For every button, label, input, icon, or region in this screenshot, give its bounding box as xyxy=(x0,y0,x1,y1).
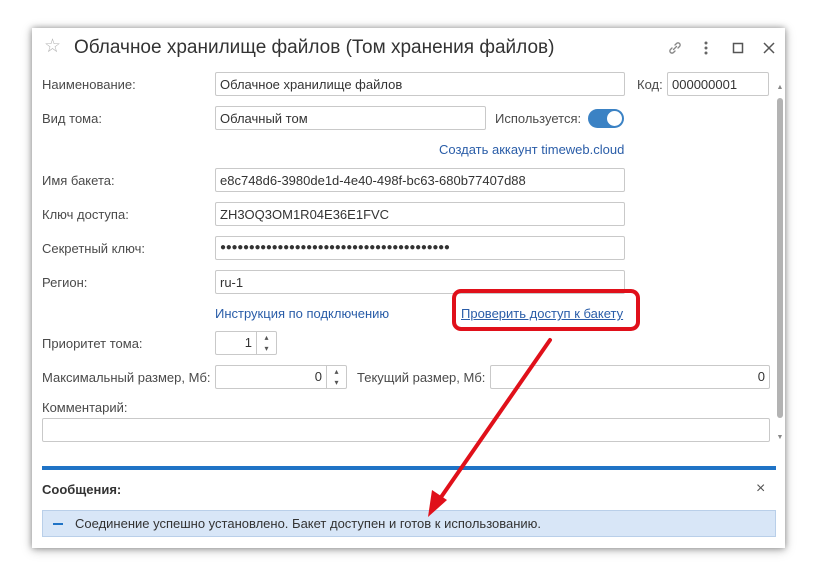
scroll-down-icon[interactable]: ▼ xyxy=(776,434,784,442)
link-icon[interactable] xyxy=(665,38,685,58)
name-label: Наименование: xyxy=(42,77,136,92)
create-account-link[interactable]: Создать аккаунт timeweb.cloud xyxy=(439,142,624,157)
stepper-down-icon[interactable]: ▾ xyxy=(257,343,276,354)
message-item[interactable]: Соединение успешно установлено. Бакет до… xyxy=(42,510,776,537)
priority-field[interactable]: 1 ▴ ▾ xyxy=(215,331,277,355)
bucket-label: Имя бакета: xyxy=(42,173,115,188)
max-size-stepper[interactable]: ▴ ▾ xyxy=(326,366,346,388)
maximize-icon[interactable] xyxy=(728,38,748,58)
title-bar: ☆ Облачное хранилище файлов (Том хранени… xyxy=(32,28,785,68)
star-icon[interactable]: ☆ xyxy=(44,37,61,57)
annotation-highlight-box xyxy=(452,289,640,331)
current-size-label: Текущий размер, Мб: xyxy=(357,370,486,385)
stepper-down-icon[interactable]: ▾ xyxy=(327,377,346,388)
scroll-thumb[interactable] xyxy=(777,98,783,418)
secret-key-label: Секретный ключ: xyxy=(42,241,145,256)
messages-close-icon[interactable]: × xyxy=(756,480,765,498)
messages-divider xyxy=(42,466,776,470)
collapse-icon[interactable] xyxy=(53,523,63,525)
used-toggle[interactable] xyxy=(588,109,624,128)
comment-label: Комментарий: xyxy=(42,400,128,415)
volume-type-label: Вид тома: xyxy=(42,111,102,126)
bucket-field[interactable] xyxy=(215,168,625,192)
code-field[interactable] xyxy=(667,72,769,96)
priority-stepper[interactable]: ▴ ▾ xyxy=(256,332,276,354)
window-title: Облачное хранилище файлов (Том хранения … xyxy=(74,37,555,58)
access-key-label: Ключ доступа: xyxy=(42,207,129,222)
current-size-field: 0 xyxy=(490,365,770,389)
stepper-up-icon[interactable]: ▴ xyxy=(327,366,346,377)
toggle-knob xyxy=(607,111,622,126)
max-size-label: Максимальный размер, Мб: xyxy=(42,370,211,385)
close-icon[interactable] xyxy=(759,38,779,58)
secret-key-field[interactable]: ●●●●●●●●●●●●●●●●●●●●●●●●●●●●●●●●●●●●●●●● xyxy=(215,236,625,260)
message-text: Соединение успешно установлено. Бакет до… xyxy=(75,516,542,531)
region-label: Регион: xyxy=(42,275,88,290)
priority-value: 1 xyxy=(244,335,252,350)
scrollbar[interactable]: ▲ ▼ xyxy=(776,76,784,446)
name-field[interactable] xyxy=(215,72,625,96)
form-window: ☆ Облачное хранилище файлов (Том хранени… xyxy=(32,28,785,548)
stepper-up-icon[interactable]: ▴ xyxy=(257,332,276,343)
access-key-field[interactable] xyxy=(215,202,625,226)
scroll-up-icon[interactable]: ▲ xyxy=(776,84,784,92)
used-label: Используется: xyxy=(495,111,582,126)
max-size-field[interactable]: 0 ▴ ▾ xyxy=(215,365,347,389)
priority-label: Приоритет тома: xyxy=(42,336,143,351)
volume-type-field[interactable] xyxy=(215,106,486,130)
max-size-value: 0 xyxy=(314,369,322,384)
code-label: Код: xyxy=(637,77,663,92)
instruction-link[interactable]: Инструкция по подключению xyxy=(215,306,389,321)
messages-title: Сообщения: xyxy=(42,482,122,497)
comment-field[interactable] xyxy=(42,418,770,442)
more-icon[interactable] xyxy=(696,38,716,58)
